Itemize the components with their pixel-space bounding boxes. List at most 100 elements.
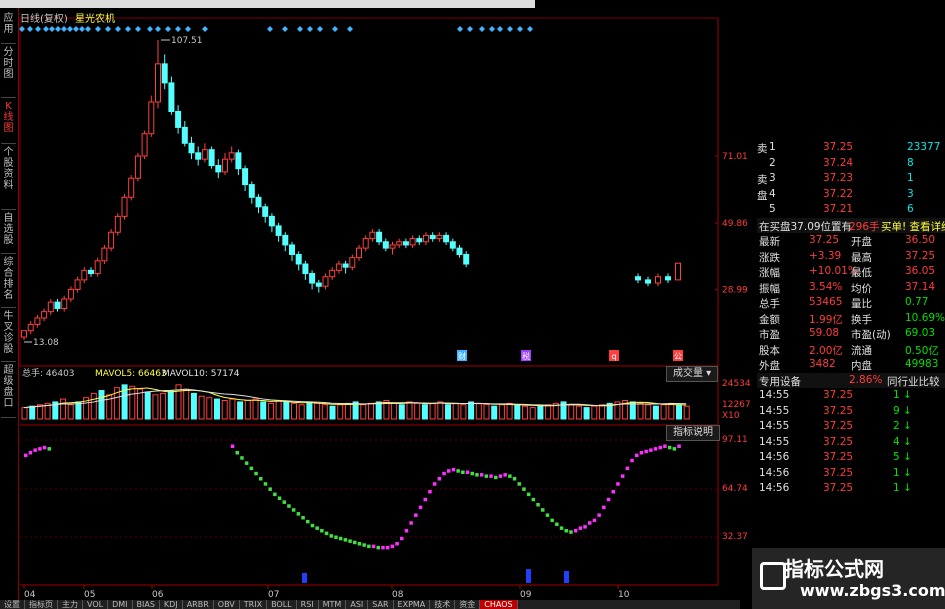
- quote-row: 14:55 37.25 9 ↓: [757, 404, 945, 419]
- candle-50-body: [356, 247, 362, 259]
- indicator-help-button[interactable]: 指标说明: [666, 425, 720, 441]
- signal-diamond-icon-23: [282, 26, 288, 32]
- indicator-dot-3: [38, 447, 42, 451]
- candle-2-body: [34, 317, 41, 325]
- candle-63-body: [443, 234, 450, 243]
- quote-label: 涨跌: [759, 251, 780, 264]
- candle-1-body: [27, 323, 34, 332]
- indicator-dot-53: [273, 492, 277, 497]
- volume-bar-16: [144, 391, 151, 420]
- candle-65-body: [456, 247, 463, 255]
- left-tab-0[interactable]: 应 用: [1, 10, 16, 44]
- volume-bar-40: [329, 405, 336, 420]
- volume-bar-60: [483, 404, 490, 420]
- event-marker-0: 财: [458, 351, 466, 361]
- candle-58-body: [409, 238, 416, 246]
- bottom-tab-5[interactable]: BIAS: [133, 600, 160, 609]
- candle-37-body: [268, 215, 275, 227]
- indicator-dot-137: [667, 445, 672, 450]
- quote-row: 振幅 3.54% 均价 37.14: [757, 280, 945, 295]
- price-axis-label-0: 71.01: [722, 152, 748, 162]
- quote-value: 1.99亿: [809, 313, 843, 326]
- left-tab-2[interactable]: K 线 图: [1, 98, 16, 144]
- tick-down-arrow-icon: ↓: [903, 420, 912, 432]
- left-tab-7[interactable]: 超 级 盘 口: [1, 362, 16, 418]
- bottom-tab-0[interactable]: 设置: [0, 600, 25, 609]
- indicator-dot-113: [555, 522, 559, 526]
- left-tab-3[interactable]: 个 股 资 料: [1, 144, 16, 210]
- volume-bar-33: [275, 400, 282, 420]
- indicator-dot-73: [367, 544, 371, 549]
- left-tab-6[interactable]: 牛 叉 诊 股: [1, 308, 16, 362]
- volume-bar-35: [291, 402, 297, 420]
- indicator-dot-57: [291, 508, 296, 512]
- volume-bar-62: [498, 404, 505, 420]
- volume-bar-36: [298, 404, 305, 420]
- candle-36-body: [262, 206, 269, 217]
- indicator-dot-129: [630, 458, 634, 463]
- volume-bar-0: [21, 407, 28, 420]
- book-level: 5: [769, 203, 776, 215]
- bottom-tab-1[interactable]: 指标页: [25, 600, 58, 609]
- bottom-tab-4[interactable]: DMI: [108, 600, 133, 609]
- candle-56-body: [396, 241, 403, 246]
- indicator-dot-98: [484, 474, 489, 478]
- signal-diamond-icon-21: [202, 26, 208, 32]
- bottom-tab-2[interactable]: 主力: [58, 600, 83, 609]
- volume-bar-49: [398, 404, 405, 420]
- event-marker-2: q: [611, 352, 616, 361]
- bottom-tab-6[interactable]: KDJ: [160, 600, 183, 609]
- bottom-tab-7[interactable]: ARBR: [183, 600, 214, 609]
- volume-bar-68: [545, 404, 552, 420]
- sector-compare-link[interactable]: 同行业比较: [887, 374, 940, 389]
- signal-diamond-icon-8: [73, 26, 79, 32]
- kline-chart[interactable]: 71.01 49.86 28.99 107.51 13.08 财 税 q 公总手: 46403 M…: [0, 0, 757, 609]
- quote-value: 3.54%: [809, 280, 843, 293]
- volume-bar-27: [229, 398, 236, 420]
- left-tab-5[interactable]: 综 合 排 名: [1, 254, 16, 308]
- tick-down-arrow-icon: ↓: [903, 435, 912, 448]
- tick-volume: 4: [893, 435, 900, 448]
- sector-name: 专用设备: [759, 375, 801, 388]
- candle-5-body: [54, 301, 61, 309]
- indicator-axis-label-2: 32.37: [722, 532, 748, 542]
- volume-bar-59: [475, 402, 482, 420]
- late-candle-0-body: [635, 276, 641, 281]
- bottom-tab-12[interactable]: MTM: [319, 600, 347, 609]
- volume-bar-14: [129, 385, 136, 420]
- signal-diamond-icon-26: [317, 26, 323, 32]
- quote-row: 最新 37.25 开盘 36.50: [757, 233, 945, 248]
- bottom-tab-16[interactable]: 技术: [430, 600, 456, 609]
- bottom-tab-13[interactable]: ASI: [346, 600, 369, 609]
- indicator-dot-60: [306, 519, 310, 524]
- volume-axis-label-2: X10: [722, 411, 740, 421]
- signal-diamond-icon-32: [489, 26, 495, 32]
- bottom-tab-14[interactable]: SAR: [368, 600, 394, 609]
- left-tab-1[interactable]: 分 时 图: [1, 44, 16, 98]
- bottom-tab-10[interactable]: BOLL: [267, 600, 297, 609]
- watermark-url: www.zbgs3.com: [800, 581, 945, 600]
- bottom-tab-17[interactable]: 资金: [455, 600, 481, 609]
- bottom-tab-9[interactable]: TRIX: [240, 600, 268, 609]
- candle-20-body: [155, 63, 161, 103]
- quote-value: 49983: [905, 358, 939, 370]
- indicator-dot-0: [24, 453, 28, 458]
- indicator-dot-93: [461, 470, 465, 474]
- left-tab-4[interactable]: 自 选 股: [1, 210, 16, 254]
- quote-row: 14:55 37.25 4 ↓: [757, 435, 945, 450]
- buy-info-action[interactable]: 买单! 查看详细: [881, 219, 945, 234]
- bottom-tab-8[interactable]: OBV: [214, 600, 240, 609]
- candle-49-body: [349, 257, 356, 268]
- tick-volume: 2: [893, 420, 900, 432]
- indicator-dot-49: [254, 471, 258, 476]
- bottom-tab-18[interactable]: CHAOS: [480, 600, 518, 609]
- bottom-tab-3[interactable]: VOL: [83, 600, 109, 609]
- candle-16-body: [128, 177, 135, 198]
- indicator-signal-bar-0: [302, 573, 307, 583]
- late-candle-4-body: [675, 262, 681, 281]
- volume-bar-45: [368, 402, 374, 420]
- bottom-tab-15[interactable]: EXPMA: [394, 600, 431, 609]
- tick-time: 14:55: [759, 420, 790, 432]
- volume-indicator-button[interactable]: 成交量 ▾: [666, 366, 719, 382]
- bottom-tab-11[interactable]: RSI: [297, 600, 319, 609]
